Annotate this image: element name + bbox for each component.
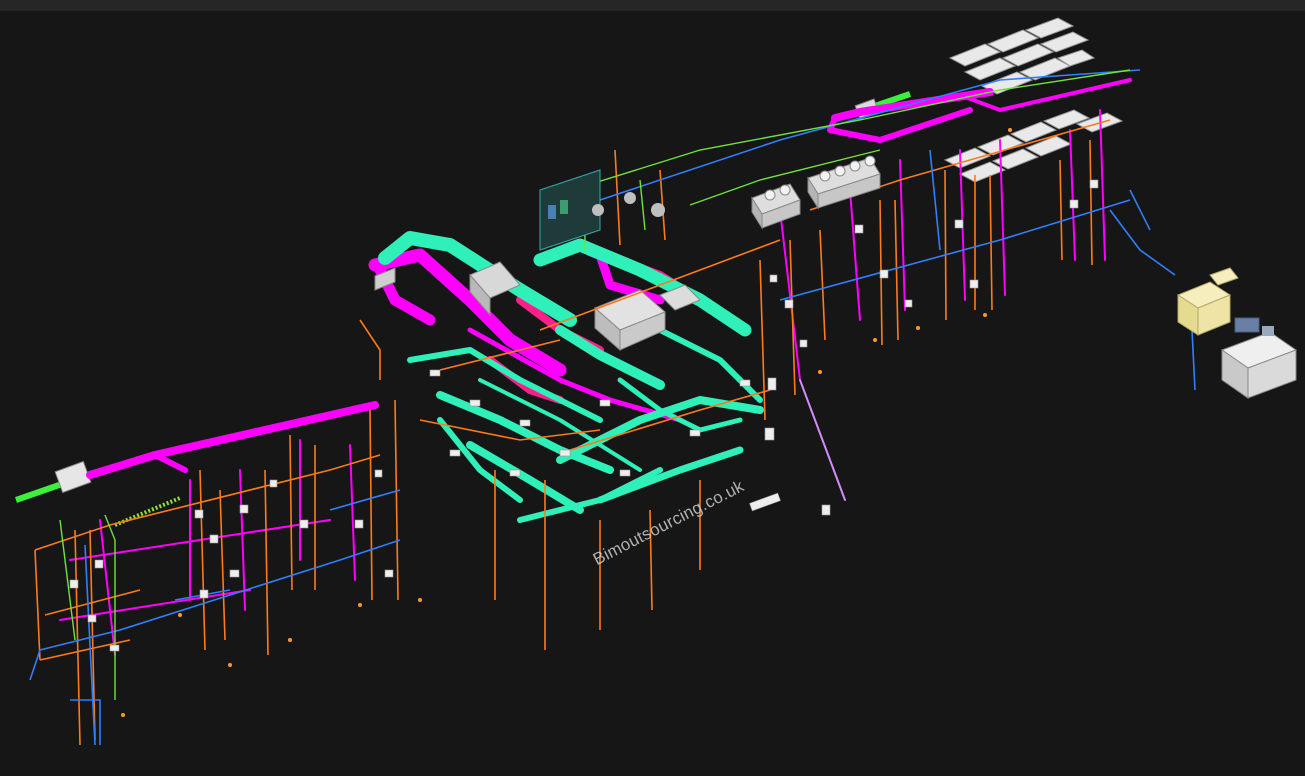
chiller-icon [1176,267,1298,399]
solar-panel-array-lower [943,109,1124,183]
supply-duct-network [59,78,1132,656]
electrical-panel-icon [539,169,665,251]
outdoor-unit-icon [751,155,881,230]
solar-panel-icon [948,17,1096,95]
fresh-air-intake-left-icon [15,460,92,503]
mep-model-viewport[interactable] [0,0,1305,776]
